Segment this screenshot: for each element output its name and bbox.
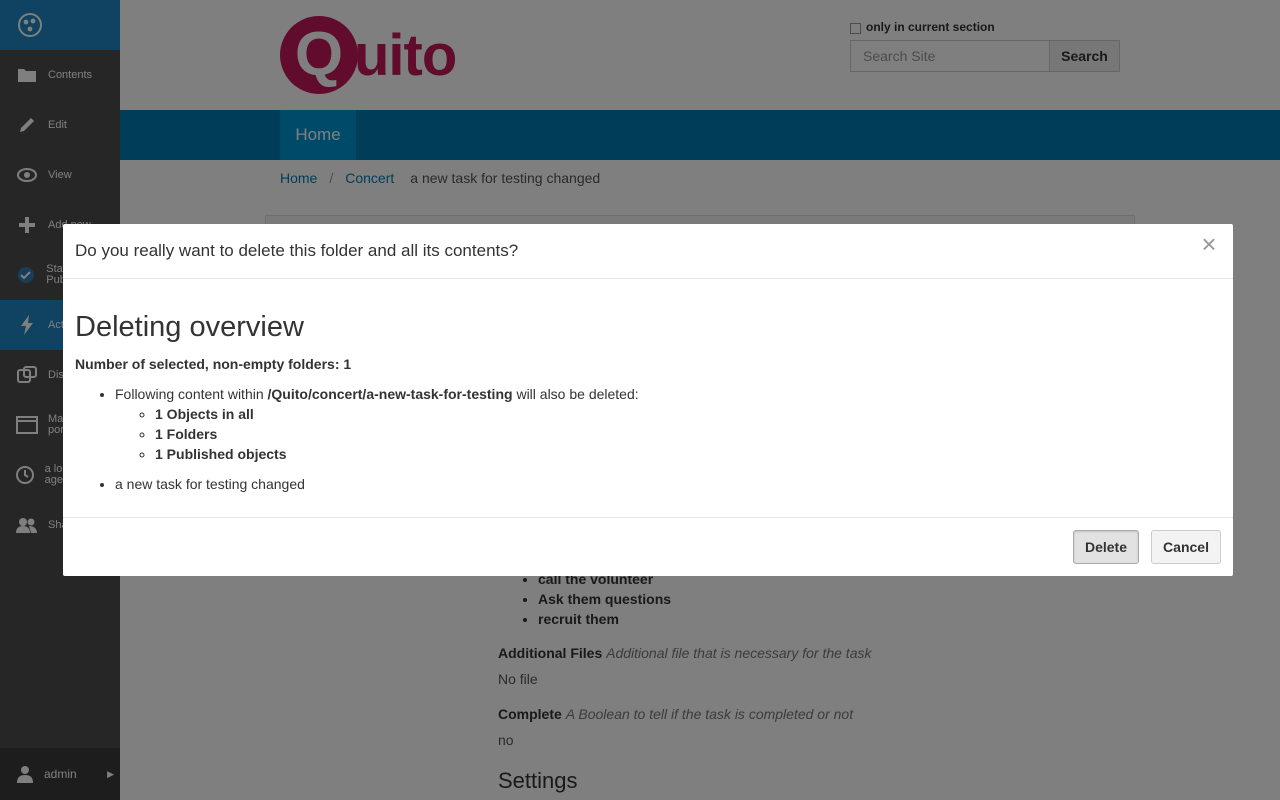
dialog-footer: Delete Cancel (63, 518, 1233, 575)
stat-item: 1 Published objects (155, 444, 1221, 464)
delete-button[interactable]: Delete (1073, 529, 1139, 564)
delete-stats-list: 1 Objects in all 1 Folders 1 Published o… (155, 404, 1221, 464)
following-prefix: Following content within (115, 386, 268, 402)
content-path: /Quito/concert/a-new-task-for-testing (267, 386, 513, 402)
dialog-header: Do you really want to delete this folder… (63, 224, 1233, 279)
list-item: Following content within /Quito/concert/… (115, 384, 1221, 464)
selected-count: Number of selected, non-empty folders: 1 (75, 356, 352, 372)
following-suffix: will also be deleted: (512, 386, 639, 402)
close-icon[interactable]: × (1199, 231, 1219, 257)
dialog-heading: Deleting overview (75, 311, 304, 343)
delete-confirm-dialog: Do you really want to delete this folder… (63, 224, 1233, 576)
delete-summary-list: Following content within /Quito/concert/… (115, 384, 1221, 494)
stat-item: 1 Objects in all (155, 404, 1221, 424)
list-item: a new task for testing changed (115, 474, 1221, 494)
cancel-button[interactable]: Cancel (1151, 529, 1221, 564)
stat-item: 1 Folders (155, 424, 1221, 444)
dialog-body: Deleting overview Number of selected, no… (63, 279, 1233, 518)
dialog-title: Do you really want to delete this folder… (75, 241, 519, 260)
